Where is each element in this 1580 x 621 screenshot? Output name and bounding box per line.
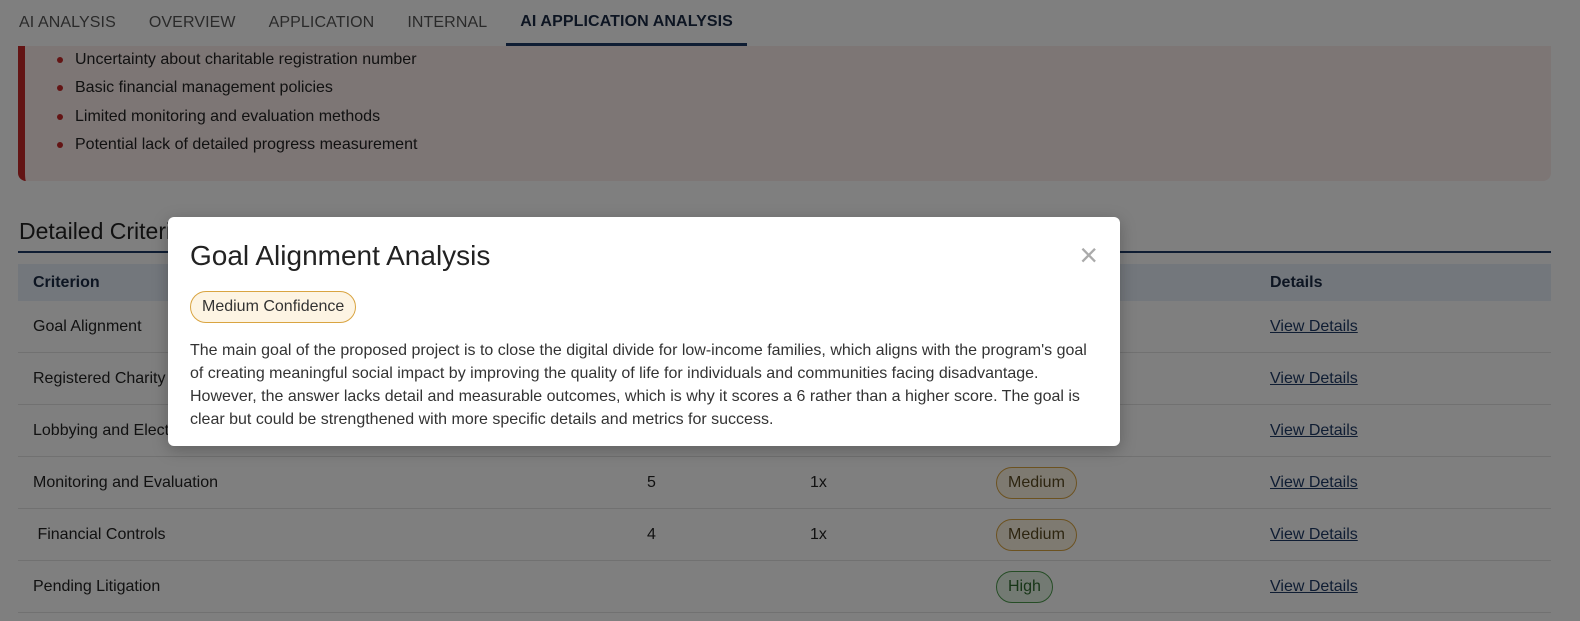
analysis-modal: Goal Alignment Analysis × Medium Confide… [168, 217, 1120, 446]
modal-title: Goal Alignment Analysis [190, 240, 491, 271]
close-icon[interactable]: × [1079, 239, 1098, 271]
confidence-badge: Medium Confidence [190, 291, 357, 323]
analysis-text: The main goal of the proposed project is… [190, 342, 1087, 428]
